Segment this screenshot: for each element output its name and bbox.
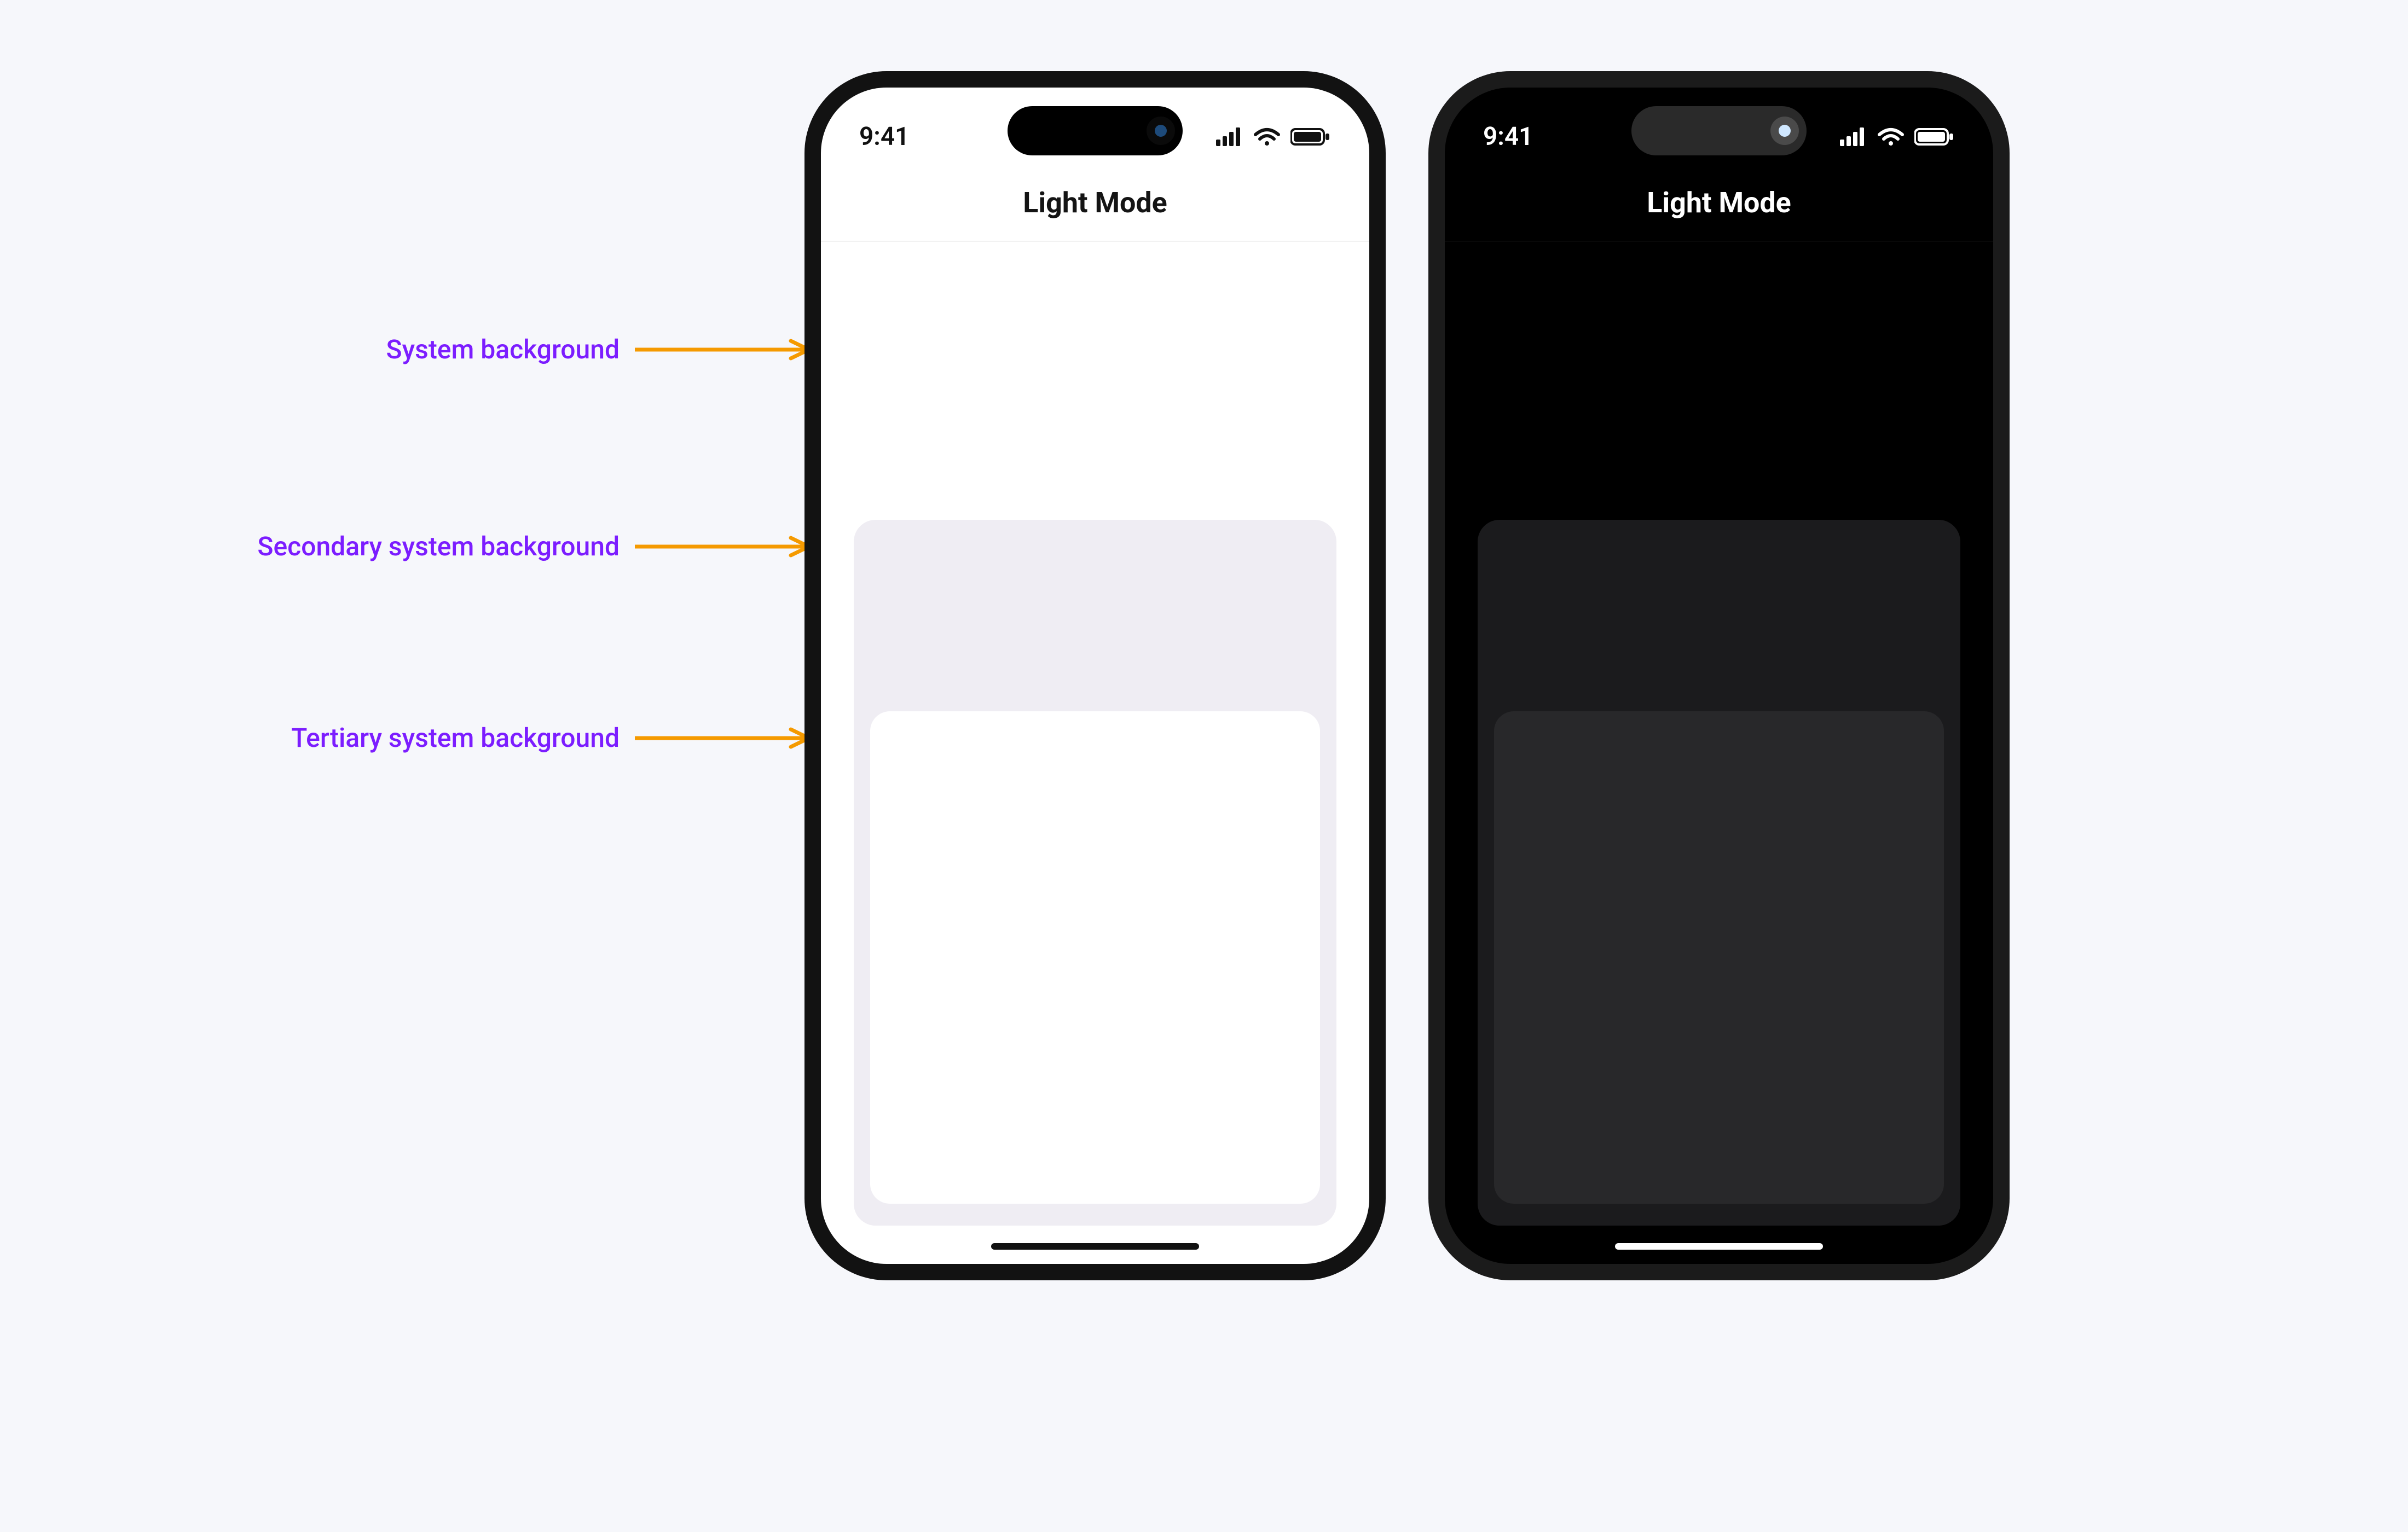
tertiary-system-background-region — [1494, 711, 1944, 1204]
status-icons — [1840, 127, 1955, 147]
camera-icon — [1770, 117, 1799, 145]
system-background-region — [821, 246, 1369, 520]
arrow-icon — [635, 727, 821, 749]
phone-light-screen: 9:41 Light Mode — [821, 88, 1369, 1264]
phone-light: 9:41 Light Mode — [804, 71, 1386, 1280]
status-time: 9:41 — [859, 122, 909, 152]
cellular-icon — [1216, 127, 1243, 146]
annotation-label: System background — [386, 334, 620, 365]
dynamic-island — [1008, 106, 1183, 155]
status-icons — [1216, 127, 1331, 147]
camera-icon — [1147, 117, 1175, 145]
phone-dark: 9:41 Light Mode — [1428, 71, 2010, 1280]
home-indicator — [1615, 1243, 1823, 1250]
arrow-icon — [635, 536, 821, 558]
system-background-region — [1445, 246, 1993, 520]
wifi-icon — [1253, 127, 1281, 147]
annotation-secondary-system-background: Secondary system background — [257, 531, 821, 562]
nav-separator — [821, 241, 1369, 242]
home-indicator — [991, 1243, 1199, 1250]
wifi-icon — [1877, 127, 1905, 147]
tertiary-system-background-region — [870, 711, 1320, 1204]
status-time: 9:41 — [1483, 122, 1533, 152]
annotation-label: Secondary system background — [257, 531, 620, 562]
nav-title: Light Mode — [821, 186, 1369, 219]
annotation-system-background: System background — [386, 334, 821, 365]
cellular-icon — [1840, 127, 1867, 146]
annotation-label: Tertiary system background — [291, 722, 620, 753]
arrow-icon — [635, 339, 821, 361]
dynamic-island — [1631, 106, 1807, 155]
annotation-tertiary-system-background: Tertiary system background — [291, 722, 821, 753]
nav-separator — [1445, 241, 1993, 242]
nav-title: Light Mode — [1445, 186, 1993, 219]
diagram-stage: System background Secondary system backg… — [0, 0, 2408, 1532]
battery-icon — [1290, 127, 1331, 147]
battery-icon — [1914, 127, 1955, 147]
phone-dark-screen: 9:41 Light Mode — [1445, 88, 1993, 1264]
